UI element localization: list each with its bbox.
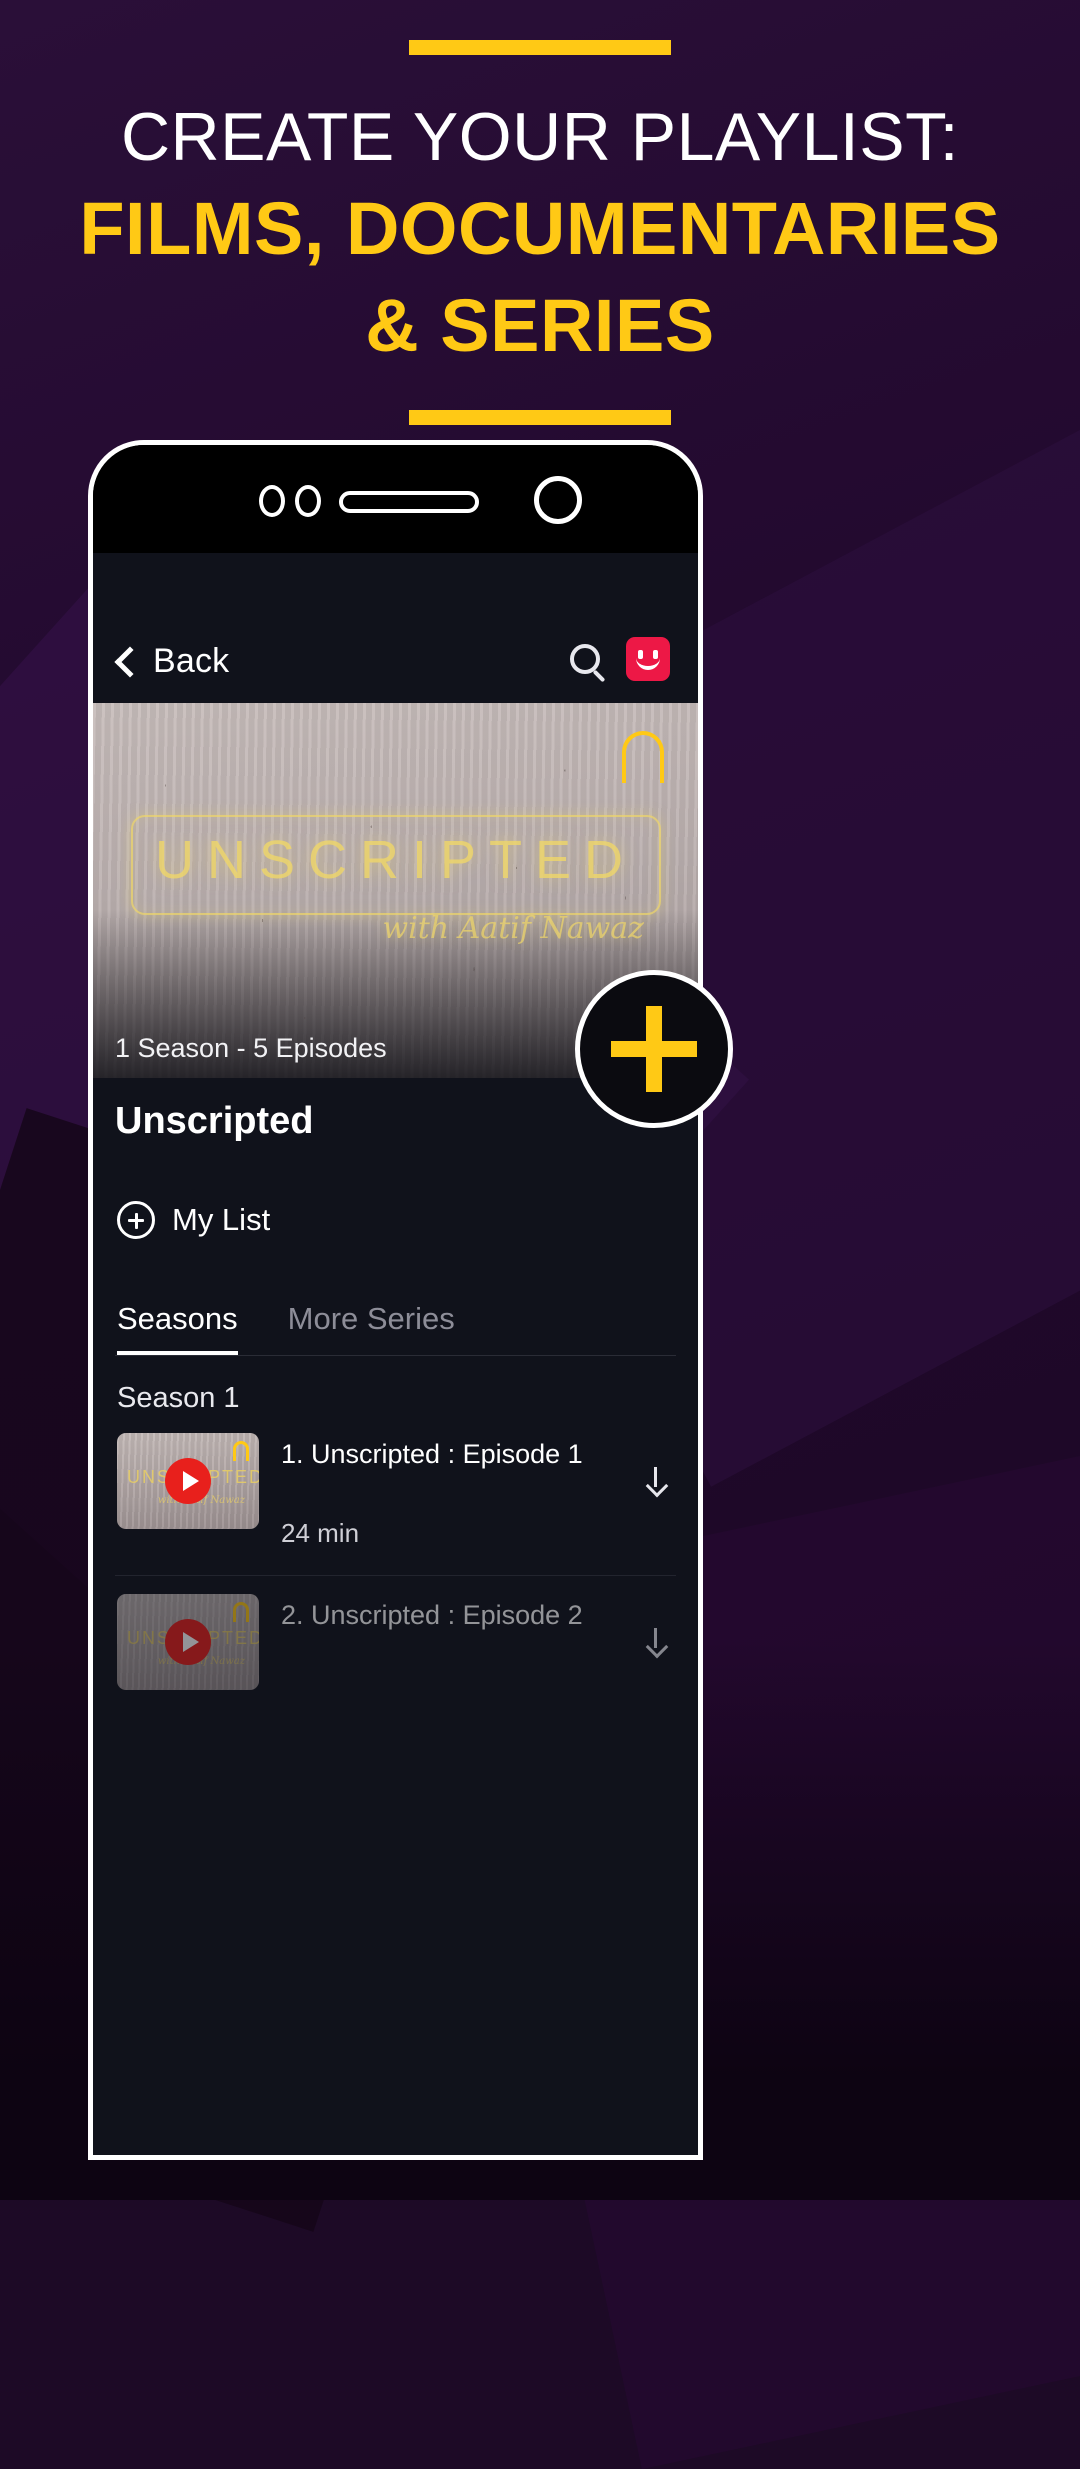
play-button-icon[interactable]	[165, 1458, 211, 1504]
headline-line-3: & SERIES	[365, 284, 715, 368]
hero-neon-title: UNSCRIPTED	[154, 830, 637, 890]
camera-dots-icon	[259, 485, 321, 517]
app-screen: Back UNSCRIPTED with Aatif Nawaz 1 Seaso…	[93, 553, 698, 2155]
speaker-slot-icon	[339, 491, 479, 513]
play-button-icon[interactable]	[165, 1619, 211, 1665]
back-label: Back	[153, 642, 230, 680]
my-list-button[interactable]: My List	[115, 1143, 676, 1239]
hero-neon-subtitle: with Aatif Nawaz	[382, 911, 644, 946]
plus-circle-icon	[117, 1201, 155, 1239]
episode-duration	[281, 1631, 676, 1679]
tab-seasons[interactable]: Seasons	[117, 1301, 238, 1355]
headline-line-1: CREATE YOUR PLAYLIST:	[120, 99, 960, 175]
download-icon[interactable]	[644, 1467, 666, 1493]
headline-line-2: FILMS, DOCUMENTARIES	[79, 187, 1001, 271]
navbar-actions	[570, 637, 670, 681]
arch-badge-icon	[622, 731, 664, 783]
episode-title: 2. Unscripted : Episode 2	[281, 1600, 583, 1630]
phone-mockup: Back UNSCRIPTED with Aatif Nawaz 1 Seaso…	[88, 440, 703, 2160]
smiley-avatar-icon[interactable]	[626, 637, 670, 681]
detail-panel: Unscripted My List Seasons More Series S…	[93, 1078, 698, 1690]
season-label: Season 1	[117, 1382, 240, 1414]
arch-badge-icon	[233, 1602, 249, 1622]
chevron-left-icon	[114, 645, 146, 678]
episode-thumbnail[interactable]: UNSCRIPTED with Aatif Nawaz	[117, 1594, 259, 1690]
my-list-label: My List	[172, 1202, 271, 1237]
tab-more-series[interactable]: More Series	[288, 1301, 455, 1355]
episode-row[interactable]: UNSCRIPTED with Aatif Nawaz 2. Unscripte…	[115, 1576, 676, 1690]
search-icon[interactable]	[570, 644, 600, 674]
hero-meta-label: 1 Season - 5 Episodes	[115, 1033, 387, 1063]
back-button[interactable]: Back	[114, 642, 230, 681]
episode-row[interactable]: UNSCRIPTED with Aatif Nawaz 1. Unscripte…	[115, 1415, 676, 1549]
episode-duration: 24 min	[281, 1518, 360, 1548]
divider-bottom	[409, 410, 671, 426]
download-icon[interactable]	[644, 1628, 666, 1654]
detail-tabs: Seasons More Series	[115, 1239, 676, 1356]
add-to-playlist-fab[interactable]	[575, 970, 733, 1128]
episode-info: 2. Unscripted : Episode 2	[281, 1594, 676, 1690]
front-camera-icon	[534, 476, 582, 524]
phone-top-bezel	[93, 445, 698, 553]
episode-thumbnail[interactable]: UNSCRIPTED with Aatif Nawaz	[117, 1433, 259, 1529]
promo-header: CREATE YOUR PLAYLIST: FILMS, DOCUMENTARI…	[0, 0, 1080, 426]
arch-badge-icon	[233, 1441, 249, 1461]
app-navbar: Back	[93, 553, 698, 703]
episode-info: 1. Unscripted : Episode 1 24 min	[281, 1433, 676, 1549]
episode-title: 1. Unscripted : Episode 1	[281, 1439, 583, 1469]
divider-top	[409, 40, 671, 55]
